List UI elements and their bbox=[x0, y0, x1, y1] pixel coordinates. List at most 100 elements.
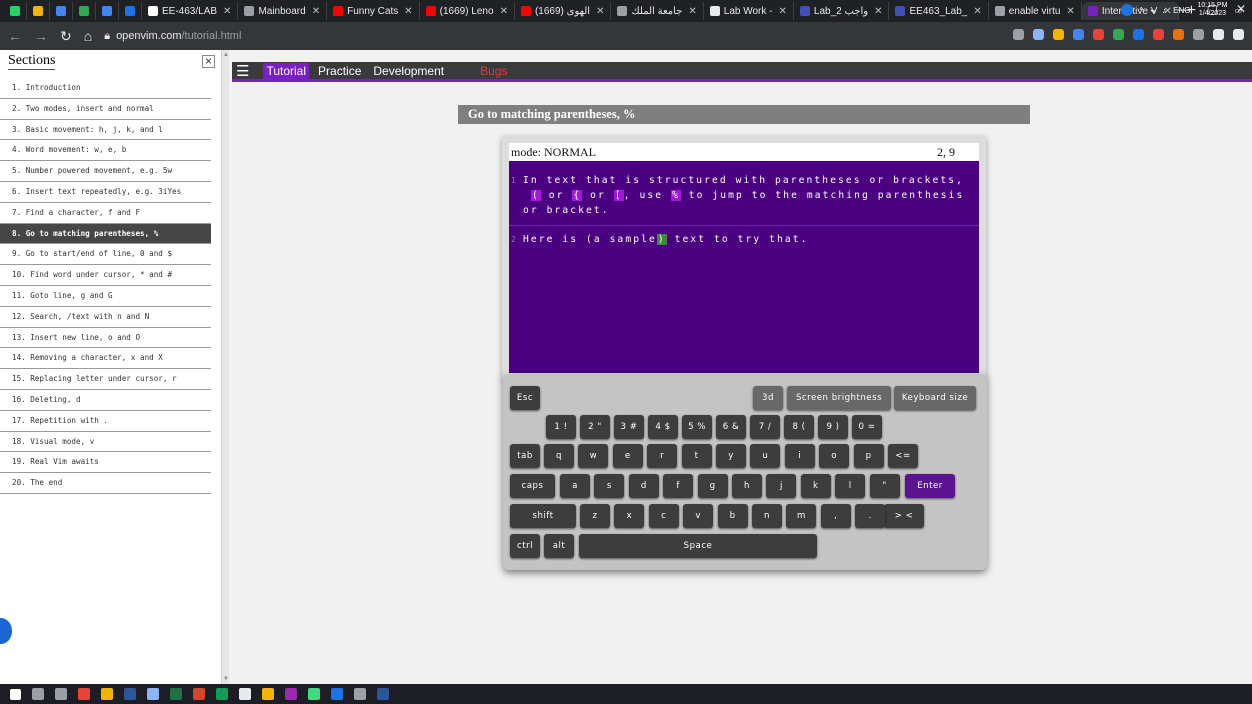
home-icon[interactable]: ⌂ bbox=[84, 28, 92, 44]
key[interactable]: h bbox=[732, 474, 762, 498]
browser-tab[interactable] bbox=[4, 2, 27, 20]
sidebar-item[interactable]: 1. Introduction bbox=[0, 78, 211, 99]
extension-icon[interactable] bbox=[1093, 29, 1104, 40]
tab-close-icon[interactable]: ✕ bbox=[874, 6, 882, 17]
key[interactable]: . bbox=[855, 504, 886, 528]
key-space[interactable]: Space bbox=[579, 534, 817, 558]
clock[interactable]: 10:15 PM 1/4/2023 bbox=[1197, 2, 1227, 18]
sidebar-item[interactable]: 9. Go to start/end of line, 0 and $ bbox=[0, 244, 211, 266]
browser-tab[interactable]: Lab_واجب 2 ✕ bbox=[794, 2, 890, 20]
extension-icon[interactable] bbox=[1113, 29, 1124, 40]
key[interactable]: m bbox=[786, 504, 817, 528]
sidebar-item[interactable]: 4. Word movement: w, e, b bbox=[0, 140, 211, 162]
key[interactable]: k bbox=[800, 474, 831, 498]
key[interactable]: 0 = bbox=[852, 415, 882, 439]
key-enter[interactable]: Enter bbox=[905, 474, 955, 498]
tab-close-icon[interactable]: ✕ bbox=[973, 6, 981, 17]
key[interactable]: r bbox=[647, 444, 678, 468]
key-tab[interactable]: tab bbox=[510, 444, 540, 468]
extension-icon[interactable] bbox=[1173, 29, 1184, 40]
reload-icon[interactable]: ↻ bbox=[60, 28, 72, 45]
menu-bugs[interactable]: Bugs bbox=[477, 63, 510, 79]
key[interactable]: 8 ( bbox=[784, 415, 814, 439]
key[interactable]: " bbox=[869, 474, 900, 498]
key[interactable]: f bbox=[663, 474, 694, 498]
tab-close-icon[interactable]: ✕ bbox=[312, 6, 320, 17]
address-bar[interactable]: 🔒︎ openvim.com/tutorial.html bbox=[104, 30, 241, 43]
browser-tab[interactable]: (1669) الهوى ✕ bbox=[515, 2, 612, 20]
browser-tab[interactable] bbox=[119, 2, 142, 20]
key-alt[interactable]: alt bbox=[544, 534, 574, 558]
browser-tab[interactable] bbox=[96, 2, 119, 20]
key[interactable]: b bbox=[717, 504, 748, 528]
browser-tab[interactable]: جامعة الملك ✕ bbox=[611, 2, 704, 20]
key-ctrl[interactable]: ctrl bbox=[510, 534, 540, 558]
browser-tab[interactable] bbox=[27, 2, 50, 20]
notifications-icon[interactable]: ▭ bbox=[1234, 6, 1242, 15]
taskbar-app-icon[interactable] bbox=[308, 688, 320, 700]
key[interactable]: 5 % bbox=[682, 415, 712, 439]
key[interactable]: i bbox=[784, 444, 815, 468]
start-icon[interactable] bbox=[10, 688, 21, 700]
key[interactable]: 9 ) bbox=[818, 415, 848, 439]
key[interactable]: 2 " bbox=[580, 415, 610, 439]
key[interactable]: n bbox=[752, 504, 782, 528]
menu-tutorial[interactable]: Tutorial bbox=[263, 62, 310, 79]
chevron-up-icon[interactable]: ^ bbox=[1140, 6, 1144, 15]
key[interactable]: 1 ! bbox=[546, 415, 576, 439]
sidebar-item[interactable]: 16. Deleting, d bbox=[0, 390, 211, 411]
sidebar-item[interactable]: 3. Basic movement: h, j, k, and l bbox=[0, 120, 211, 141]
help-icon[interactable] bbox=[1120, 4, 1133, 16]
sidebar-item[interactable]: 15. Replacing letter under cursor, r bbox=[0, 369, 211, 390]
sidebar-item[interactable]: 5. Number powered movement, e.g. 5w bbox=[0, 161, 211, 182]
extension-icon[interactable] bbox=[1133, 29, 1144, 40]
forward-icon[interactable]: → bbox=[34, 28, 48, 44]
sidebar-item[interactable]: 6. Insert text repeatedly, e.g. 3iYes bbox=[0, 182, 211, 203]
key-shift[interactable]: shift bbox=[510, 504, 576, 528]
key[interactable]: x bbox=[614, 504, 645, 528]
key[interactable]: s bbox=[594, 474, 625, 498]
network-icon[interactable]: ⌁ bbox=[1150, 6, 1155, 15]
key[interactable]: , bbox=[820, 504, 851, 528]
key-caps[interactable]: caps bbox=[510, 474, 555, 498]
taskbar-app-icon[interactable] bbox=[170, 688, 182, 700]
extension-icon[interactable] bbox=[1153, 29, 1164, 40]
taskbar-app-icon[interactable] bbox=[124, 688, 136, 700]
extension-icon[interactable] bbox=[1213, 29, 1224, 40]
key[interactable]: c bbox=[648, 504, 679, 528]
screen-brightness-button[interactable]: Screen brightness bbox=[787, 386, 891, 410]
sidebar-item[interactable]: 10. Find word under cursor, * and # bbox=[0, 265, 211, 286]
taskbar-app-icon[interactable] bbox=[285, 688, 297, 700]
tab-close-icon[interactable]: ✕ bbox=[1066, 6, 1074, 17]
sidebar-item[interactable]: 2. Two modes, insert and normal bbox=[0, 99, 211, 120]
editor-screen[interactable]: 1 In text that is structured with parent… bbox=[509, 161, 979, 373]
browser-tab[interactable]: (1669) Leno ✕ bbox=[420, 2, 515, 20]
tab-close-icon[interactable]: ✕ bbox=[596, 6, 604, 17]
key[interactable]: a bbox=[560, 474, 590, 498]
menu-development[interactable]: Development bbox=[370, 63, 447, 79]
key[interactable]: y bbox=[716, 444, 746, 468]
tab-close-icon[interactable]: ✕ bbox=[500, 6, 508, 17]
volume-icon[interactable]: ♪ bbox=[1162, 6, 1166, 15]
key[interactable]: u bbox=[750, 444, 781, 468]
key[interactable]: p bbox=[853, 444, 884, 468]
key-3d[interactable]: 3d bbox=[753, 386, 783, 410]
sidebar-item[interactable]: 17. Repetition with . bbox=[0, 411, 211, 432]
extension-icon[interactable] bbox=[1193, 29, 1204, 40]
key[interactable]: t bbox=[681, 444, 712, 468]
sidebar-item[interactable]: 19. Real Vim awaits bbox=[0, 452, 211, 474]
extension-icon[interactable] bbox=[1053, 29, 1064, 40]
taskbar-app-icon[interactable] bbox=[101, 688, 113, 700]
taskbar-app-icon[interactable] bbox=[78, 688, 90, 700]
tab-close-icon[interactable]: ✕ bbox=[404, 6, 412, 17]
key[interactable]: w bbox=[578, 444, 609, 468]
key[interactable]: d bbox=[628, 474, 659, 498]
sidebar-scrollbar[interactable]: ▲ ▼ bbox=[222, 50, 229, 684]
close-icon[interactable]: × bbox=[202, 54, 215, 68]
browser-tab[interactable]: enable virtu ✕ bbox=[989, 2, 1082, 20]
taskbar-app-icon[interactable] bbox=[354, 688, 366, 700]
language-indicator[interactable]: ENG bbox=[1173, 6, 1190, 15]
taskbar-app-icon[interactable] bbox=[147, 688, 159, 700]
taskbar-app-icon[interactable] bbox=[331, 688, 343, 700]
back-icon[interactable]: ← bbox=[8, 28, 22, 44]
